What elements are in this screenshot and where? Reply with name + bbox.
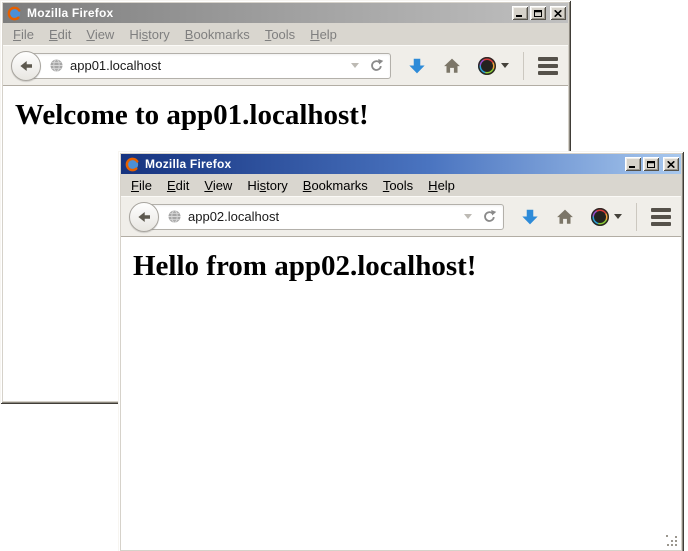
minimize-button[interactable] xyxy=(625,157,641,171)
download-arrow-icon xyxy=(521,208,539,226)
reload-icon xyxy=(482,209,497,224)
menu-file[interactable]: File xyxy=(13,27,34,42)
lens-dropdown-icon[interactable] xyxy=(614,214,622,219)
menu-view[interactable]: View xyxy=(204,178,232,193)
menu-tools[interactable]: Tools xyxy=(383,178,413,193)
minimize-icon xyxy=(629,161,637,168)
extension-lens-button[interactable] xyxy=(591,208,622,226)
url-bar[interactable]: app01.localhost xyxy=(26,53,391,79)
back-arrow-icon xyxy=(18,58,34,74)
close-button[interactable] xyxy=(550,6,566,20)
lens-icon xyxy=(478,57,496,75)
home-icon xyxy=(443,57,461,75)
download-arrow-icon xyxy=(408,57,426,75)
maximize-button[interactable] xyxy=(643,157,659,171)
window-title: Mozilla Firefox xyxy=(145,157,623,171)
menu-edit[interactable]: Edit xyxy=(49,27,71,42)
menu-view[interactable]: View xyxy=(86,27,114,42)
reload-button[interactable] xyxy=(482,209,497,224)
menu-help[interactable]: Help xyxy=(428,178,455,193)
menu-tools[interactable]: Tools xyxy=(265,27,295,42)
back-button[interactable] xyxy=(11,51,41,81)
browser-window-app02: Mozilla Firefox File Edit View History B… xyxy=(118,151,684,551)
close-button[interactable] xyxy=(663,157,679,171)
maximize-button[interactable] xyxy=(530,6,546,20)
reload-button[interactable] xyxy=(369,58,384,73)
home-button[interactable] xyxy=(556,208,574,226)
back-button[interactable] xyxy=(129,202,159,232)
download-button[interactable] xyxy=(408,57,426,75)
urlbar-dropdown-icon[interactable] xyxy=(464,214,472,219)
minimize-icon xyxy=(516,10,524,17)
maximize-icon xyxy=(647,161,655,168)
resize-grip[interactable] xyxy=(666,535,679,548)
reload-icon xyxy=(369,58,384,73)
maximize-icon xyxy=(534,10,542,17)
menu-history[interactable]: History xyxy=(247,178,287,193)
open-menu-button[interactable] xyxy=(651,208,671,226)
window-title: Mozilla Firefox xyxy=(27,6,510,20)
home-button[interactable] xyxy=(443,57,461,75)
firefox-logo-icon xyxy=(7,6,22,21)
toolbar-separator xyxy=(523,52,524,80)
toolbar-separator xyxy=(636,203,637,231)
menu-bar: File Edit View History Bookmarks Tools H… xyxy=(3,23,568,45)
menu-file[interactable]: File xyxy=(131,178,152,193)
url-text[interactable]: app01.localhost xyxy=(70,58,347,73)
menu-icon xyxy=(538,57,558,61)
close-icon xyxy=(554,10,562,17)
menu-icon xyxy=(651,208,671,212)
minimize-button[interactable] xyxy=(512,6,528,20)
url-bar[interactable]: app02.localhost xyxy=(144,204,504,230)
menu-history[interactable]: History xyxy=(129,27,169,42)
url-text[interactable]: app02.localhost xyxy=(188,209,460,224)
back-arrow-icon xyxy=(136,209,152,225)
menu-help[interactable]: Help xyxy=(310,27,337,42)
desktop: Mozilla Firefox File Edit View History B… xyxy=(0,0,688,551)
page-heading: Welcome to app01.localhost! xyxy=(15,99,568,132)
download-button[interactable] xyxy=(521,208,539,226)
titlebar[interactable]: Mozilla Firefox xyxy=(121,154,681,174)
extension-lens-button[interactable] xyxy=(478,57,509,75)
page-content-app02: Hello from app02.localhost! xyxy=(121,237,681,550)
firefox-logo-icon xyxy=(125,157,140,172)
menu-bookmarks[interactable]: Bookmarks xyxy=(303,178,368,193)
navigation-toolbar: app02.localhost xyxy=(121,196,681,237)
lens-icon xyxy=(591,208,609,226)
titlebar[interactable]: Mozilla Firefox xyxy=(3,3,568,23)
site-globe-icon xyxy=(167,209,182,224)
close-icon xyxy=(667,161,675,168)
navigation-toolbar: app01.localhost xyxy=(3,45,568,86)
page-heading: Hello from app02.localhost! xyxy=(133,250,681,283)
menu-edit[interactable]: Edit xyxy=(167,178,189,193)
urlbar-dropdown-icon[interactable] xyxy=(351,63,359,68)
menu-bookmarks[interactable]: Bookmarks xyxy=(185,27,250,42)
open-menu-button[interactable] xyxy=(538,57,558,75)
lens-dropdown-icon[interactable] xyxy=(501,63,509,68)
home-icon xyxy=(556,208,574,226)
site-globe-icon xyxy=(49,58,64,73)
menu-bar: File Edit View History Bookmarks Tools H… xyxy=(121,174,681,196)
